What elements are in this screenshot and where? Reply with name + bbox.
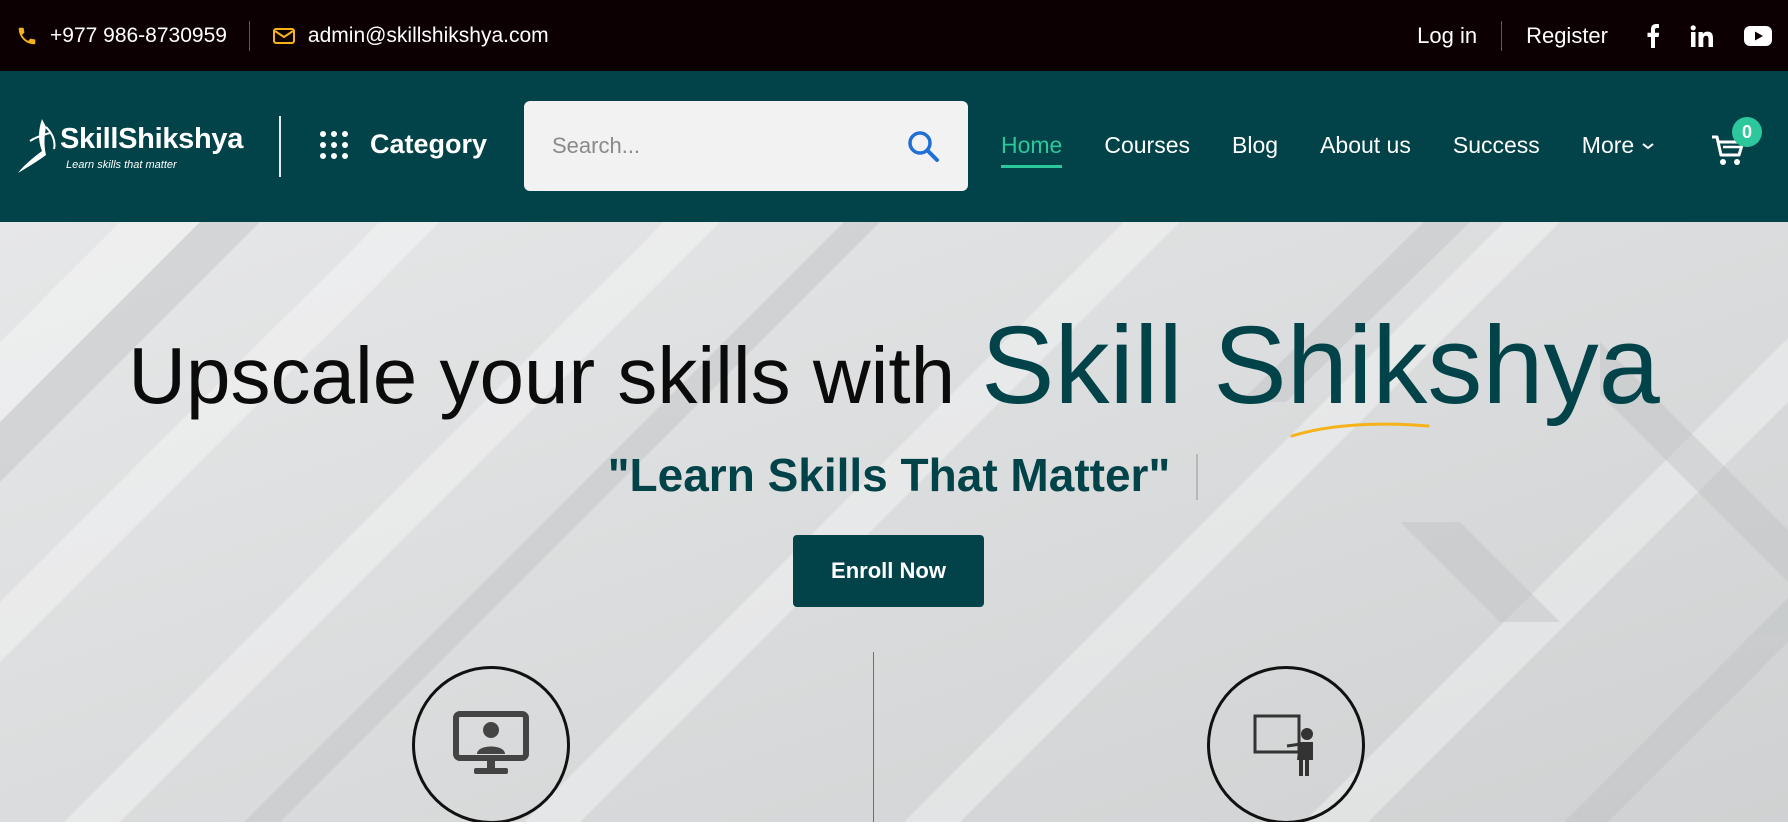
nav-about-us[interactable]: About us [1320, 132, 1411, 159]
phone-number: +977 986-8730959 [50, 23, 227, 47]
hero-subtitle: "Learn Skills That Matter" [607, 449, 1171, 501]
search-box [524, 101, 968, 191]
page-bottom-edge [0, 822, 1788, 826]
facebook-icon[interactable] [1646, 23, 1660, 48]
feature-divider [873, 652, 874, 826]
register-link[interactable]: Register [1526, 23, 1608, 49]
hero-brand-text: Skill Shikshya [981, 304, 1660, 427]
top-contact-bar: +977 986-8730959 admin@skillshikshya.com… [0, 0, 1788, 71]
logo-mark-icon [18, 119, 56, 173]
social-links [1646, 23, 1772, 48]
nav-blog[interactable]: Blog [1232, 132, 1278, 159]
category-label: Category [370, 129, 488, 159]
brand-underline-swoosh [1290, 422, 1430, 438]
logo-name: SkillShikshya [60, 123, 244, 155]
contact-divider [248, 20, 250, 51]
search-input[interactable] [552, 133, 906, 159]
search-icon[interactable] [906, 129, 940, 163]
youtube-icon[interactable] [1744, 25, 1772, 46]
enroll-now-button[interactable]: Enroll Now [793, 535, 984, 607]
nav-courses[interactable]: Courses [1104, 132, 1190, 159]
feature-classroom-training [1207, 666, 1365, 824]
typing-cursor [1196, 454, 1198, 500]
login-link[interactable]: Log in [1417, 23, 1477, 49]
cart-count-badge: 0 [1732, 117, 1762, 147]
site-logo[interactable]: SkillShikshya Learn skills that matter [16, 117, 246, 177]
nav-home[interactable]: Home [1001, 132, 1063, 168]
phone-icon [18, 27, 36, 44]
category-menu[interactable]: Category [320, 129, 487, 160]
more-label: More [1581, 132, 1635, 158]
hero-section: Upscale your skills with Skill Shikshya "… [0, 222, 1788, 826]
linkedin-icon[interactable] [1690, 24, 1714, 47]
nav-more-dropdown[interactable]: More [1582, 132, 1656, 159]
account-divider [1501, 20, 1503, 51]
online-class-icon [453, 711, 529, 774]
hero-headline-text: Upscale your skills with [128, 331, 956, 420]
account-links: Log in Register [1417, 20, 1772, 51]
logo-divider [279, 116, 281, 177]
chevron-down-icon [1642, 142, 1654, 149]
hero-headline: Upscale your skills with Skill Shikshya [0, 302, 1788, 429]
nav-success[interactable]: Success [1453, 132, 1540, 159]
classroom-trainer-icon [1253, 714, 1313, 776]
feature-online-class [412, 666, 570, 824]
phone-contact[interactable]: +977 986-8730959 [16, 24, 227, 48]
grid-dots-icon [320, 130, 348, 159]
logo-tagline: Learn skills that matter [66, 159, 177, 171]
primary-menu: Home Courses Blog About us Success More [1001, 132, 1656, 168]
email-contact[interactable]: admin@skillshikshya.com [272, 24, 549, 48]
cart-button[interactable]: 0 [1710, 117, 1762, 169]
main-navbar: SkillShikshya Learn skills that matter C… [0, 71, 1788, 222]
email-address: admin@skillshikshya.com [307, 23, 549, 47]
mail-icon [272, 27, 295, 44]
